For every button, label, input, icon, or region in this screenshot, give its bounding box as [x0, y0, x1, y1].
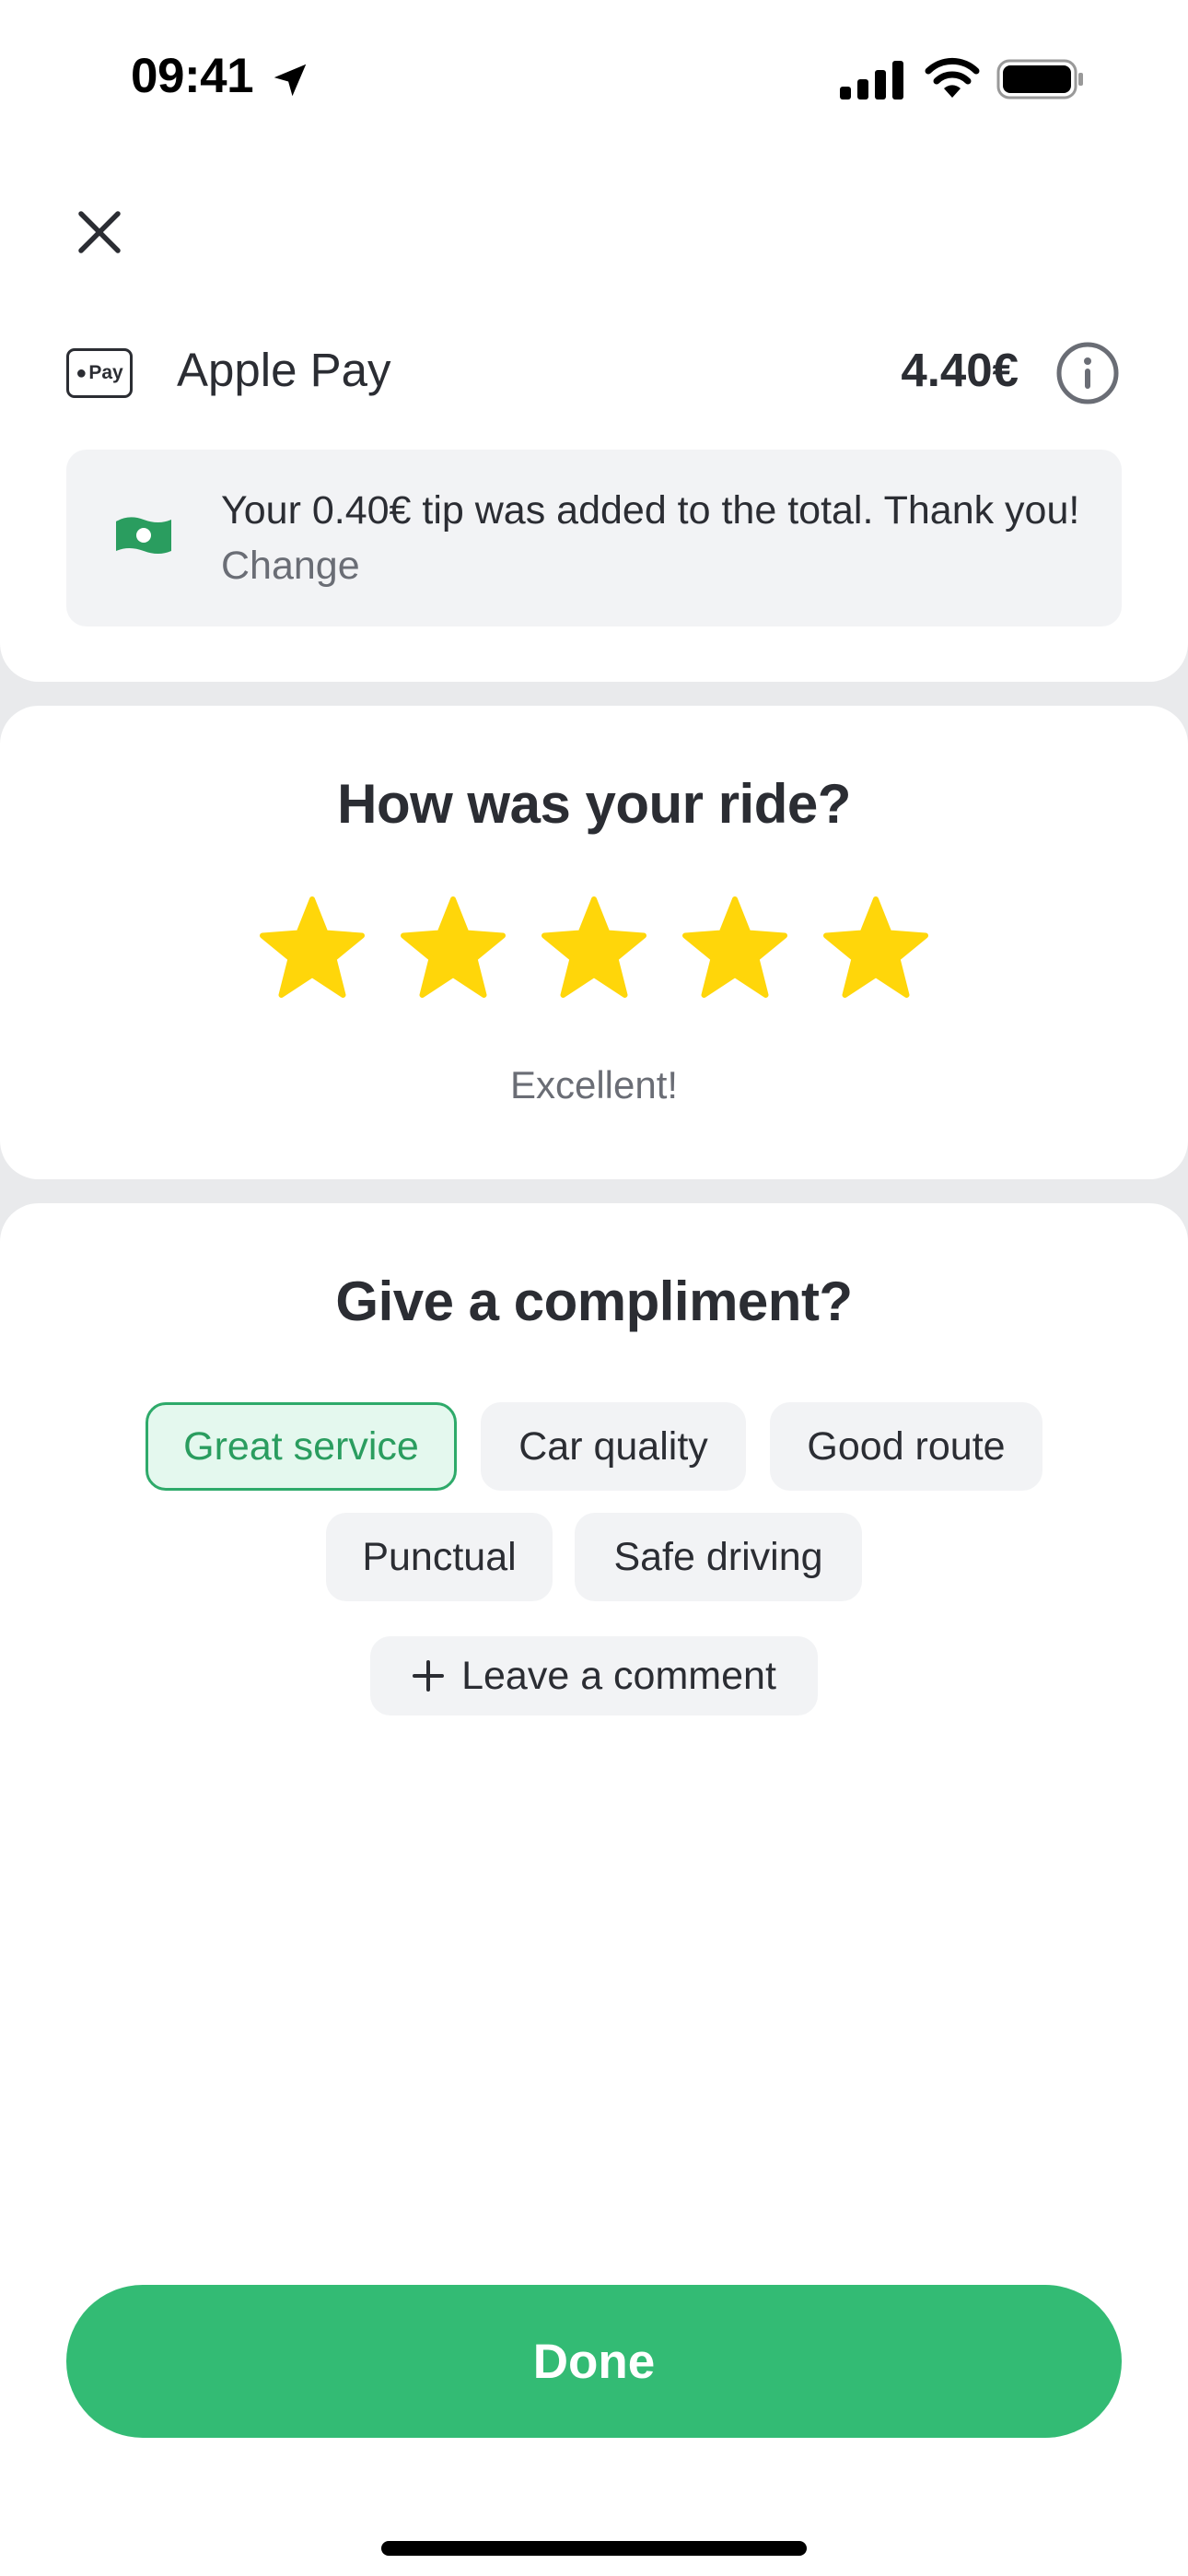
payment-summary-card: 09:41 ● Pay Apple Pay 4.40€ Your 0.40€ t…: [0, 0, 1188, 682]
rating-card: How was your ride? Excellent!: [0, 706, 1188, 1179]
chip-punctual[interactable]: Punctual: [326, 1513, 553, 1601]
status-time: 09:41: [131, 49, 254, 103]
chip-label: Good route: [807, 1423, 1006, 1469]
star-icon-2[interactable]: [399, 896, 507, 1001]
done-button[interactable]: Done: [66, 2285, 1122, 2438]
tip-change-link[interactable]: Change: [221, 544, 360, 588]
payment-amount: 4.40€: [901, 344, 1019, 396]
chip-label: Punctual: [362, 1534, 517, 1579]
star-icon-4[interactable]: [681, 896, 789, 1001]
done-label: Done: [532, 2334, 656, 2389]
star-rating[interactable]: [258, 896, 930, 1006]
leave-comment-label: Leave a comment: [461, 1653, 776, 1698]
cellular-signal-icon: [840, 61, 903, 100]
star-icon-5[interactable]: [821, 896, 930, 1001]
payment-method-label: Apple Pay: [177, 344, 391, 396]
rating-result-label: Excellent!: [509, 1063, 679, 1107]
info-icon[interactable]: [1055, 341, 1120, 405]
apple-pay-logo: ● Pay: [66, 348, 133, 398]
chip-safe-driving[interactable]: Safe driving: [575, 1513, 862, 1601]
battery-icon: [996, 59, 1083, 100]
compliment-card: Give a compliment? Great service Car qua…: [0, 1203, 1188, 2576]
chip-label: Car quality: [518, 1423, 708, 1469]
rating-title: How was your ride?: [337, 773, 851, 835]
chip-label: Great service: [183, 1423, 419, 1469]
star-icon-3[interactable]: [540, 896, 648, 1001]
location-arrow-icon: [274, 64, 307, 97]
compliment-title: Give a compliment?: [335, 1270, 853, 1332]
star-icon-1[interactable]: [258, 896, 367, 1001]
chip-car-quality[interactable]: Car quality: [481, 1402, 746, 1491]
home-indicator[interactable]: [381, 2541, 807, 2556]
close-icon[interactable]: [66, 199, 133, 265]
leave-comment-button[interactable]: Leave a comment: [370, 1636, 818, 1715]
money-icon: [116, 517, 171, 554]
tip-notice: Your 0.40€ tip was added to the total. T…: [66, 450, 1122, 626]
plus-icon: [413, 1660, 445, 1692]
chip-label: Safe driving: [613, 1534, 823, 1579]
chip-great-service[interactable]: Great service: [146, 1402, 457, 1491]
apple-logo-icon: ●: [76, 362, 87, 383]
chip-good-route[interactable]: Good route: [770, 1402, 1042, 1491]
tip-message: Your 0.40€ tip was added to the total. T…: [221, 488, 1080, 533]
wifi-icon: [925, 57, 980, 98]
